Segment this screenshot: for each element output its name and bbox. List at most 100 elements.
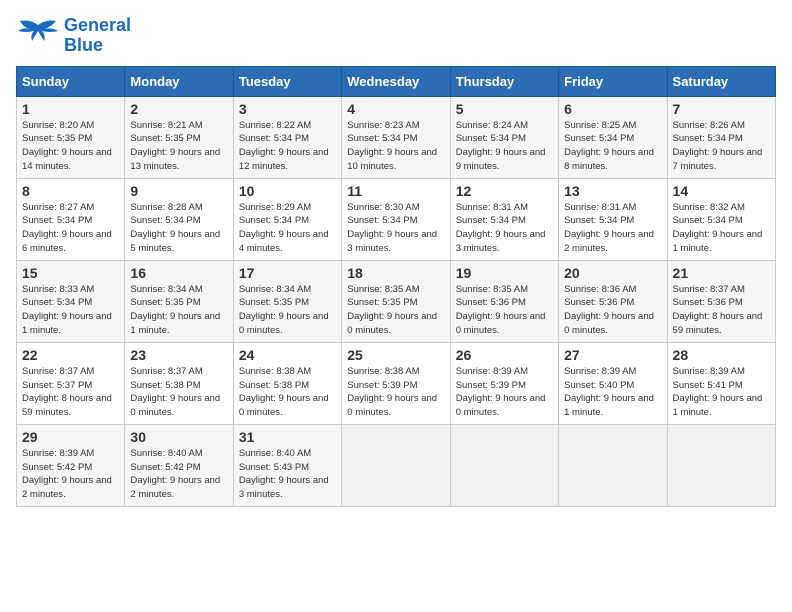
- calendar-cell: 12 Sunrise: 8:31 AM Sunset: 5:34 PM Dayl…: [450, 178, 558, 260]
- day-info: Sunrise: 8:38 AM Sunset: 5:39 PM Dayligh…: [347, 365, 444, 420]
- calendar-cell: 5 Sunrise: 8:24 AM Sunset: 5:34 PM Dayli…: [450, 96, 558, 178]
- day-info: Sunrise: 8:20 AM Sunset: 5:35 PM Dayligh…: [22, 119, 119, 174]
- sunrise-label: Sunrise: 8:25 AM: [564, 120, 636, 131]
- day-info: Sunrise: 8:30 AM Sunset: 5:34 PM Dayligh…: [347, 201, 444, 256]
- day-number: 17: [239, 265, 336, 281]
- daylight-label: Daylight: 9 hours and 4 minutes.: [239, 229, 329, 254]
- sunrise-label: Sunrise: 8:32 AM: [673, 202, 745, 213]
- calendar-cell: 26 Sunrise: 8:39 AM Sunset: 5:39 PM Dayl…: [450, 342, 558, 424]
- sunrise-label: Sunrise: 8:37 AM: [22, 366, 94, 377]
- calendar-cell: 30 Sunrise: 8:40 AM Sunset: 5:42 PM Dayl…: [125, 424, 233, 506]
- calendar-cell: 2 Sunrise: 8:21 AM Sunset: 5:35 PM Dayli…: [125, 96, 233, 178]
- calendar-cell: [559, 424, 667, 506]
- calendar-cell: 6 Sunrise: 8:25 AM Sunset: 5:34 PM Dayli…: [559, 96, 667, 178]
- day-info: Sunrise: 8:21 AM Sunset: 5:35 PM Dayligh…: [130, 119, 227, 174]
- daylight-label: Daylight: 9 hours and 0 minutes.: [130, 393, 220, 418]
- day-header-sunday: Sunday: [17, 66, 125, 96]
- daylight-label: Daylight: 9 hours and 1 minute.: [673, 393, 763, 418]
- day-info: Sunrise: 8:34 AM Sunset: 5:35 PM Dayligh…: [239, 283, 336, 338]
- day-info: Sunrise: 8:31 AM Sunset: 5:34 PM Dayligh…: [564, 201, 661, 256]
- sunrise-label: Sunrise: 8:30 AM: [347, 202, 419, 213]
- sunrise-label: Sunrise: 8:35 AM: [347, 284, 419, 295]
- calendar-week-row: 15 Sunrise: 8:33 AM Sunset: 5:34 PM Dayl…: [17, 260, 776, 342]
- day-number: 21: [673, 265, 770, 281]
- calendar-cell: 31 Sunrise: 8:40 AM Sunset: 5:43 PM Dayl…: [233, 424, 341, 506]
- day-info: Sunrise: 8:24 AM Sunset: 5:34 PM Dayligh…: [456, 119, 553, 174]
- day-info: Sunrise: 8:27 AM Sunset: 5:34 PM Dayligh…: [22, 201, 119, 256]
- daylight-label: Daylight: 9 hours and 5 minutes.: [130, 229, 220, 254]
- logo-general: General: [64, 16, 131, 36]
- sunset-label: Sunset: 5:34 PM: [456, 133, 526, 144]
- daylight-label: Daylight: 8 hours and 59 minutes.: [22, 393, 112, 418]
- calendar-cell: 9 Sunrise: 8:28 AM Sunset: 5:34 PM Dayli…: [125, 178, 233, 260]
- sunrise-label: Sunrise: 8:21 AM: [130, 120, 202, 131]
- day-info: Sunrise: 8:40 AM Sunset: 5:42 PM Dayligh…: [130, 447, 227, 502]
- sunrise-label: Sunrise: 8:34 AM: [239, 284, 311, 295]
- day-number: 31: [239, 429, 336, 445]
- calendar-cell: 16 Sunrise: 8:34 AM Sunset: 5:35 PM Dayl…: [125, 260, 233, 342]
- logo-icon: [16, 17, 60, 55]
- day-number: 1: [22, 101, 119, 117]
- sunset-label: Sunset: 5:34 PM: [564, 133, 634, 144]
- calendar-cell: [667, 424, 775, 506]
- calendar-cell: 24 Sunrise: 8:38 AM Sunset: 5:38 PM Dayl…: [233, 342, 341, 424]
- sunset-label: Sunset: 5:42 PM: [130, 462, 200, 473]
- day-header-tuesday: Tuesday: [233, 66, 341, 96]
- sunrise-label: Sunrise: 8:22 AM: [239, 120, 311, 131]
- sunset-label: Sunset: 5:35 PM: [239, 297, 309, 308]
- sunset-label: Sunset: 5:34 PM: [673, 133, 743, 144]
- sunrise-label: Sunrise: 8:35 AM: [456, 284, 528, 295]
- day-number: 3: [239, 101, 336, 117]
- logo: General Blue: [16, 16, 131, 56]
- day-number: 19: [456, 265, 553, 281]
- calendar-cell: 25 Sunrise: 8:38 AM Sunset: 5:39 PM Dayl…: [342, 342, 450, 424]
- day-info: Sunrise: 8:26 AM Sunset: 5:34 PM Dayligh…: [673, 119, 770, 174]
- daylight-label: Daylight: 9 hours and 0 minutes.: [456, 393, 546, 418]
- day-info: Sunrise: 8:37 AM Sunset: 5:36 PM Dayligh…: [673, 283, 770, 338]
- daylight-label: Daylight: 9 hours and 7 minutes.: [673, 147, 763, 172]
- day-info: Sunrise: 8:29 AM Sunset: 5:34 PM Dayligh…: [239, 201, 336, 256]
- day-number: 12: [456, 183, 553, 199]
- sunrise-label: Sunrise: 8:37 AM: [130, 366, 202, 377]
- sunset-label: Sunset: 5:35 PM: [22, 133, 92, 144]
- daylight-label: Daylight: 9 hours and 0 minutes.: [239, 311, 329, 336]
- day-info: Sunrise: 8:39 AM Sunset: 5:39 PM Dayligh…: [456, 365, 553, 420]
- day-number: 7: [673, 101, 770, 117]
- day-number: 13: [564, 183, 661, 199]
- day-info: Sunrise: 8:35 AM Sunset: 5:35 PM Dayligh…: [347, 283, 444, 338]
- daylight-label: Daylight: 9 hours and 0 minutes.: [564, 311, 654, 336]
- daylight-label: Daylight: 9 hours and 0 minutes.: [239, 393, 329, 418]
- daylight-label: Daylight: 9 hours and 12 minutes.: [239, 147, 329, 172]
- day-number: 28: [673, 347, 770, 363]
- day-number: 2: [130, 101, 227, 117]
- sunset-label: Sunset: 5:42 PM: [22, 462, 92, 473]
- calendar-cell: 28 Sunrise: 8:39 AM Sunset: 5:41 PM Dayl…: [667, 342, 775, 424]
- calendar-cell: [342, 424, 450, 506]
- day-number: 25: [347, 347, 444, 363]
- day-info: Sunrise: 8:39 AM Sunset: 5:41 PM Dayligh…: [673, 365, 770, 420]
- day-info: Sunrise: 8:33 AM Sunset: 5:34 PM Dayligh…: [22, 283, 119, 338]
- day-info: Sunrise: 8:39 AM Sunset: 5:40 PM Dayligh…: [564, 365, 661, 420]
- sunrise-label: Sunrise: 8:37 AM: [673, 284, 745, 295]
- calendar-cell: 14 Sunrise: 8:32 AM Sunset: 5:34 PM Dayl…: [667, 178, 775, 260]
- sunrise-label: Sunrise: 8:39 AM: [22, 448, 94, 459]
- daylight-label: Daylight: 9 hours and 2 minutes.: [564, 229, 654, 254]
- sunrise-label: Sunrise: 8:34 AM: [130, 284, 202, 295]
- sunset-label: Sunset: 5:37 PM: [22, 380, 92, 391]
- sunrise-label: Sunrise: 8:31 AM: [564, 202, 636, 213]
- day-info: Sunrise: 8:36 AM Sunset: 5:36 PM Dayligh…: [564, 283, 661, 338]
- sunrise-label: Sunrise: 8:40 AM: [130, 448, 202, 459]
- page-header: General Blue: [16, 16, 776, 56]
- day-number: 16: [130, 265, 227, 281]
- daylight-label: Daylight: 9 hours and 1 minute.: [564, 393, 654, 418]
- day-number: 18: [347, 265, 444, 281]
- sunrise-label: Sunrise: 8:38 AM: [347, 366, 419, 377]
- calendar-cell: 10 Sunrise: 8:29 AM Sunset: 5:34 PM Dayl…: [233, 178, 341, 260]
- calendar-cell: 19 Sunrise: 8:35 AM Sunset: 5:36 PM Dayl…: [450, 260, 558, 342]
- day-number: 20: [564, 265, 661, 281]
- sunset-label: Sunset: 5:35 PM: [347, 297, 417, 308]
- calendar-cell: 17 Sunrise: 8:34 AM Sunset: 5:35 PM Dayl…: [233, 260, 341, 342]
- sunset-label: Sunset: 5:34 PM: [22, 215, 92, 226]
- day-info: Sunrise: 8:22 AM Sunset: 5:34 PM Dayligh…: [239, 119, 336, 174]
- sunrise-label: Sunrise: 8:39 AM: [564, 366, 636, 377]
